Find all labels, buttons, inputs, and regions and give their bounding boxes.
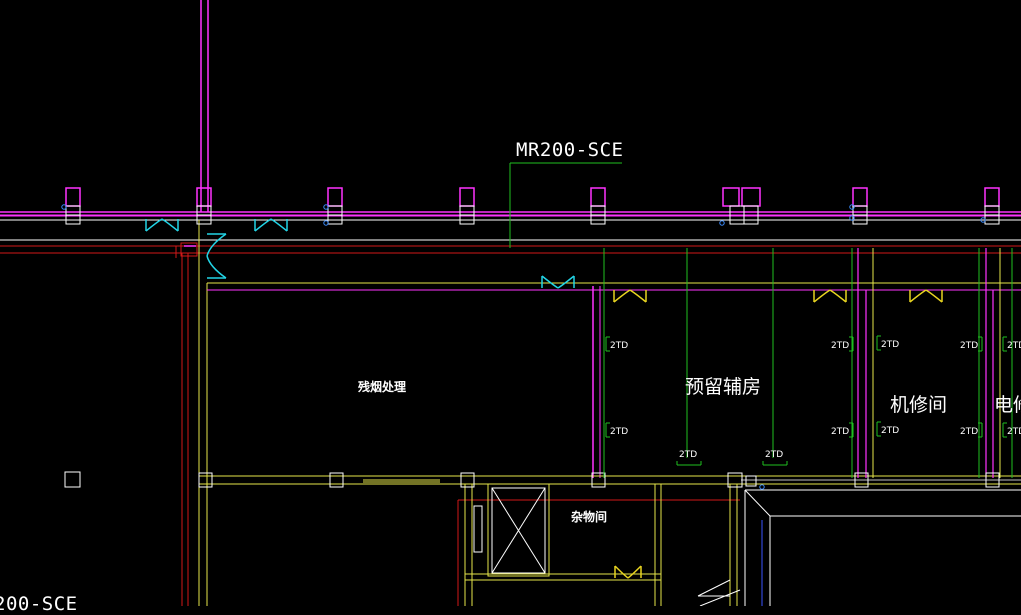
tag-2td: 2TD (831, 336, 854, 352)
door-yellow (813, 289, 831, 303)
tag-text: 2TD (610, 427, 628, 437)
small-box (64, 471, 81, 488)
tag-2td: 2TD (762, 450, 788, 466)
pipe-tag-label-cut: 200-SCE (0, 593, 78, 615)
2td-tags: 2TD 2TD 2TD 2TD 2TD 2TD 2TD 2TD 2TD 2TD 2TD 2TD (605, 335, 1021, 466)
door-yellow (614, 565, 629, 579)
door-cyan (541, 275, 559, 289)
door-yellow (627, 565, 642, 579)
room-label-storage: 杂物间 (571, 510, 608, 524)
cad-floor-plan: 2TD 2TD 2TD 2TD 2TD 2TD 2TD 2TD 2TD 2TD 2TD 2TD (0, 0, 1021, 606)
pipe-tag-label: MR200-SCE (516, 139, 624, 161)
tag-2td: 2TD (876, 421, 899, 437)
column-top-4 (590, 187, 606, 207)
door-cyan (145, 218, 163, 232)
tag-text: 2TD (960, 341, 978, 351)
pipe-circle (849, 204, 855, 210)
tag-2td: 2TD (876, 335, 899, 351)
column-top-1 (196, 187, 212, 207)
room-label-electric: 电修 (994, 394, 1021, 416)
column-top-6 (984, 187, 1000, 207)
door-cyan-vertical (206, 255, 227, 279)
column-top-5 (852, 187, 868, 207)
pipe-leaders (509, 162, 1013, 478)
pipe-circle (759, 484, 765, 490)
tag-2td: 2TD (831, 422, 854, 438)
wall-white-diag (744, 489, 771, 517)
tag-text: 2TD (1007, 427, 1021, 437)
room-label-residue: 残烟处理 (358, 380, 407, 394)
corner-column (180, 242, 198, 257)
column-double (741, 187, 761, 207)
tag-text: 2TD (831, 341, 849, 351)
tag-text: 2TD (881, 426, 899, 436)
tag-text: 2TD (679, 450, 697, 460)
stair-line (697, 579, 731, 597)
column-top-2 (327, 187, 343, 207)
column-top-0 (65, 187, 81, 207)
tag-text: 2TD (765, 450, 783, 460)
room-label-reserved: 预留辅房 (685, 376, 762, 398)
tag-text: 2TD (881, 340, 899, 350)
wall-structure (0, 0, 1021, 606)
door-yellow (829, 289, 847, 303)
door-symbols (145, 218, 943, 579)
column-mid (591, 472, 606, 488)
door-cyan (270, 218, 288, 232)
door-cyan (161, 218, 179, 232)
door-yellow (925, 289, 943, 303)
tag-2td: 2TD (605, 336, 628, 352)
door-yellow (613, 289, 631, 303)
tag-text: 2TD (1007, 341, 1021, 351)
door-yellow (629, 289, 647, 303)
vent-box (473, 505, 483, 553)
tag-text: 2TD (960, 427, 978, 437)
tag-2td: 2TD (605, 422, 628, 438)
tag-text: 2TD (831, 427, 849, 437)
pipe-circle (719, 220, 725, 226)
column-mid (329, 472, 344, 488)
tag-2td: 2TD (676, 450, 702, 466)
tag-text: 2TD (610, 341, 628, 351)
door-cyan (557, 275, 575, 289)
room-label-machine: 机修间 (890, 394, 948, 416)
column-double (722, 187, 740, 207)
door-yellow (909, 289, 927, 303)
column-mid (198, 472, 213, 488)
column-top-3 (459, 187, 475, 207)
door-cyan (254, 218, 272, 232)
